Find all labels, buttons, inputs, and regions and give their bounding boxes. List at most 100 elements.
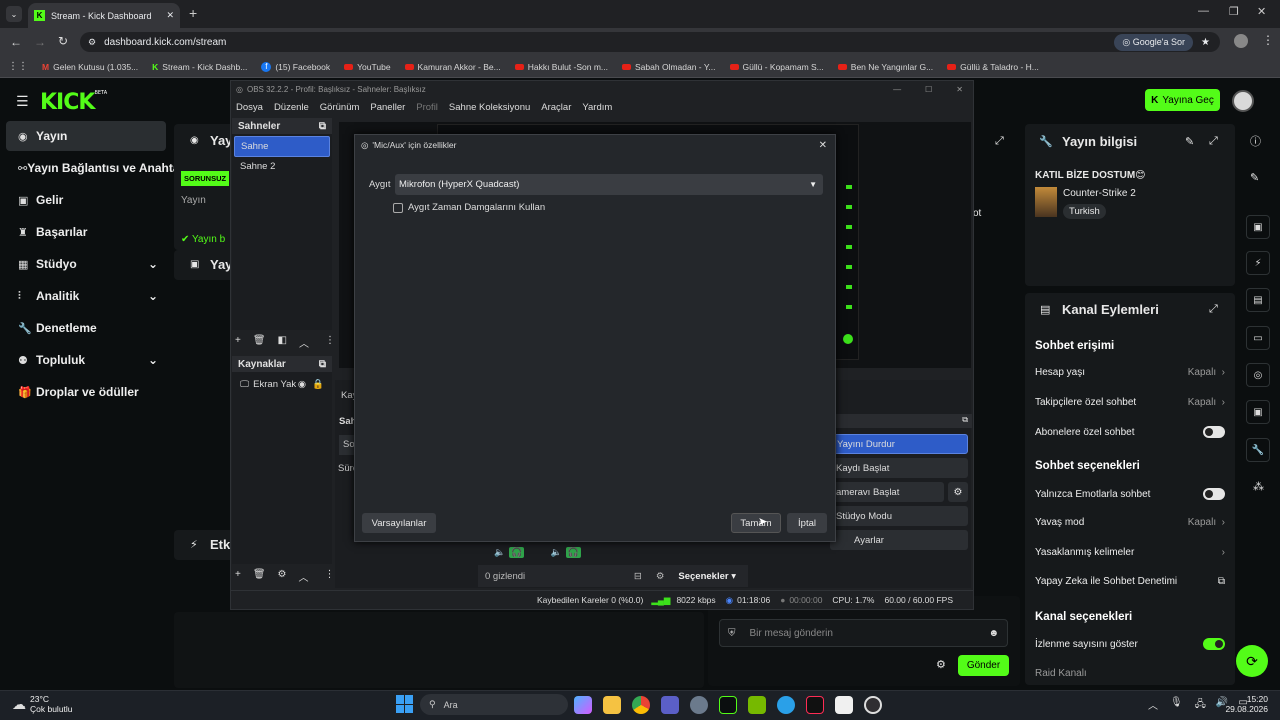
banned-words-row[interactable]: Yasaklanmış kelimeler › <box>1035 547 1225 558</box>
chat-settings-icon[interactable]: ⚙ <box>936 658 946 671</box>
expand-icon[interactable]: ⤢ <box>995 135 1004 148</box>
bookmark-youtube[interactable]: Hakkı Bulut -Son m... <box>514 62 608 72</box>
headphones-icon[interactable]: 🎧 <box>565 547 581 558</box>
sidebar-item-stream[interactable]: ◉ Yayın <box>6 121 166 151</box>
menu-scene-collection[interactable]: Sahne Koleksiyonu <box>449 102 530 113</box>
settings-icon[interactable] <box>690 696 708 714</box>
address-bar[interactable]: ⚙ dashboard.kick.com/stream ◎ Google'a S… <box>80 32 1220 52</box>
edge-icon[interactable] <box>777 696 795 714</box>
menu-view[interactable]: Görünüm <box>320 102 360 113</box>
virtual-camera-settings-icon[interactable]: ⚙ <box>948 482 968 502</box>
stop-stream-button[interactable]: Yayını Durdur <box>830 434 968 454</box>
tiktok-icon[interactable] <box>806 696 824 714</box>
move-up-icon[interactable]: ︿ <box>299 569 309 584</box>
filter-icon[interactable]: ◧ <box>278 335 287 350</box>
sidebar-item-community[interactable]: ⚉ Topluluk ⌄ <box>6 345 166 375</box>
network-icon[interactable]: 🖧 <box>1195 697 1206 714</box>
source-item[interactable]: 🖵 Ekran Yak ◉ 🔒 <box>234 375 330 394</box>
lock-icon[interactable]: 🔒 <box>312 379 324 390</box>
minimize-icon[interactable]: — <box>893 85 901 94</box>
send-button[interactable]: Gönder <box>958 655 1009 676</box>
reload-icon[interactable]: ↻ <box>58 34 68 48</box>
trash-icon[interactable]: 🗑 <box>253 335 266 350</box>
headphones-icon[interactable]: 🎧 <box>509 547 525 558</box>
more-icon[interactable]: ⋮ <box>325 335 335 350</box>
dock-float-icon[interactable]: ⧉ <box>319 359 326 370</box>
menu-docks[interactable]: Paneller <box>370 102 405 113</box>
refresh-chat-icon[interactable]: ⟳ <box>1236 645 1268 677</box>
menu-profile[interactable]: Profil <box>416 102 438 113</box>
bookmark-youtube[interactable]: Kamuran Akkor - Be... <box>404 62 501 72</box>
more-icon[interactable]: ⋮ <box>325 569 335 584</box>
settings-button[interactable]: Ayarlar <box>830 530 968 550</box>
chat-icon[interactable]: ▭ <box>1246 326 1270 350</box>
tray-chevron-icon[interactable]: ︿ <box>1148 697 1158 714</box>
defaults-button[interactable]: Varsayılanlar <box>362 513 436 533</box>
dock-float-icon[interactable]: ⧉ <box>962 415 968 425</box>
apps-icon[interactable]: ⋮⋮ <box>8 61 28 72</box>
bookmark-kick[interactable]: K Stream - Kick Dashb... <box>152 62 247 72</box>
maximize-icon[interactable]: ☐ <box>925 85 932 94</box>
start-recording-button[interactable]: Kaydı Başlat <box>830 458 968 478</box>
info-icon[interactable]: ⓘ <box>1250 133 1261 149</box>
sidebar-item-drops[interactable]: 🎁 Droplar ve ödüller <box>6 377 166 407</box>
start-button[interactable] <box>396 695 414 713</box>
ai-moderation-row[interactable]: Yapay Zeka ile Sohbet Denetimi ⧉ <box>1035 576 1225 587</box>
lightning-icon[interactable]: ⚡ <box>1246 251 1270 275</box>
trash-icon[interactable]: 🗑 <box>253 569 266 584</box>
nvidia-icon[interactable] <box>748 696 766 714</box>
profile-avatar-icon[interactable] <box>1234 34 1248 48</box>
close-tab-icon[interactable]: ✕ <box>166 10 174 21</box>
bookmark-gmail[interactable]: M Gelen Kutusu (1.035... <box>42 62 138 72</box>
bookmark-facebook[interactable]: f (15) Facebook <box>261 61 330 72</box>
capcut-icon[interactable] <box>835 696 853 714</box>
site-info-icon[interactable]: ⚙ <box>88 37 96 48</box>
minimize-icon[interactable]: — <box>1198 5 1209 17</box>
copilot-icon[interactable] <box>574 696 592 714</box>
options-dropdown[interactable]: Seçenekler ▾ <box>678 571 736 582</box>
subs-only-toggle[interactable] <box>1203 426 1225 438</box>
add-icon[interactable]: + <box>235 335 241 350</box>
maximize-icon[interactable]: ❐ <box>1229 5 1239 18</box>
teams-icon[interactable] <box>661 696 679 714</box>
kick-app-icon[interactable] <box>719 696 737 714</box>
microphone-icon[interactable]: 🎙 <box>1170 697 1183 714</box>
tab-list-button[interactable]: ⌄ <box>6 6 22 22</box>
sidebar-item-achievements[interactable]: ♜ Başarılar <box>6 217 166 247</box>
edit-icon[interactable]: ✎ <box>1185 135 1194 148</box>
close-window-icon[interactable]: ✕ <box>1257 5 1266 18</box>
taskbar-search[interactable]: ⚲ Ara <box>420 694 568 715</box>
add-icon[interactable]: + <box>235 569 241 584</box>
bookmark-star-icon[interactable]: ★ <box>1201 37 1210 48</box>
timestamps-checkbox-row[interactable]: Aygıt Zaman Damgalarını Kullan <box>393 202 545 213</box>
sidebar-item-stream-key[interactable]: ⚯ Yayın Bağlantısı ve Anahtarı <box>6 153 188 183</box>
google-ask-button[interactable]: ◎ Google'a Sor <box>1114 33 1194 51</box>
list-icon[interactable]: ▤ <box>1246 288 1270 312</box>
layout-icon[interactable]: ⊟ <box>634 571 642 582</box>
timestamps-checkbox[interactable] <box>393 202 403 213</box>
video-icon[interactable]: ▣ <box>1246 400 1270 424</box>
eye-icon[interactable]: ◉ <box>298 379 306 390</box>
go-live-button[interactable]: K Yayına Geç <box>1145 89 1220 111</box>
gear-icon[interactable]: ⚙ <box>278 569 287 584</box>
sidebar-item-studio[interactable]: ▦ Stüdyo ⌄ <box>6 249 166 279</box>
menu-tools[interactable]: Araçlar <box>541 102 571 113</box>
sidebar-item-moderation[interactable]: 🔧 Denetleme <box>6 313 166 343</box>
hamburger-menu-icon[interactable]: ☰ <box>16 93 29 110</box>
new-tab-button[interactable]: + <box>189 5 197 21</box>
bookmark-youtube[interactable]: Sabah Olmadan - Y... <box>622 62 716 72</box>
wrench-icon[interactable]: 🔧 <box>1246 438 1270 462</box>
settings-cluster-icon[interactable]: ⁂ <box>1253 480 1264 493</box>
scene-item[interactable]: Sahne <box>234 136 330 157</box>
chrome-icon[interactable] <box>632 696 650 714</box>
scene-item[interactable]: Sahne 2 <box>234 157 330 176</box>
sidebar-item-revenue[interactable]: ▣ Gelir <box>6 185 166 215</box>
forward-icon[interactable]: → <box>34 35 46 49</box>
gear-icon[interactable]: ⚙ <box>656 571 665 582</box>
file-explorer-icon[interactable] <box>603 696 621 714</box>
kick-logo[interactable]: KICKBETA <box>40 90 107 115</box>
ok-button[interactable]: Tamam <box>731 513 781 533</box>
target-icon[interactable]: ◎ <box>1246 363 1270 387</box>
back-icon[interactable]: ← <box>10 35 22 49</box>
dock-float-icon[interactable]: ⧉ <box>319 121 326 132</box>
